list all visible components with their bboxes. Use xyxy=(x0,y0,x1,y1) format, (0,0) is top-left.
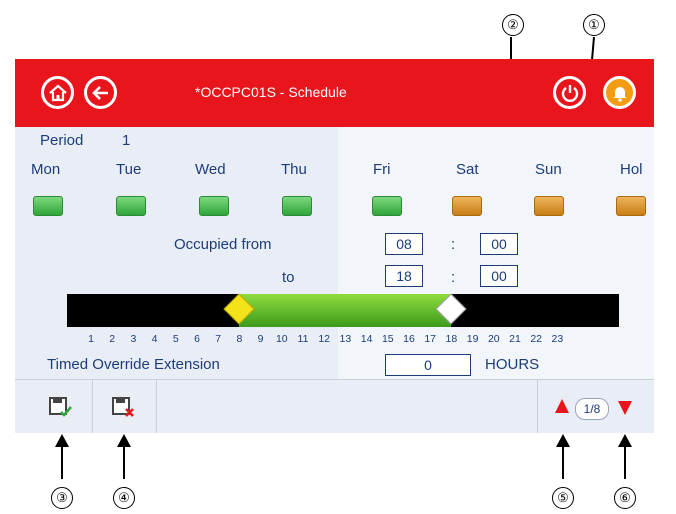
callout-5: ⑤ xyxy=(552,487,574,509)
hour-label-3: 3 xyxy=(130,333,137,345)
discard-button[interactable] xyxy=(112,397,136,419)
callout-1: ① xyxy=(583,14,605,36)
hour-label-21: 21 xyxy=(509,333,521,345)
hour-label-2: 2 xyxy=(109,333,116,345)
override-label: Timed Override Extension xyxy=(47,356,220,373)
back-button[interactable] xyxy=(84,76,117,109)
hour-label-8: 8 xyxy=(236,333,243,345)
occupied-range-fill xyxy=(239,294,452,327)
power-icon xyxy=(561,84,578,102)
save-button[interactable] xyxy=(49,397,73,419)
callout-3-arrow xyxy=(61,446,63,479)
to-label: to xyxy=(282,269,295,286)
day-label-hol: Hol xyxy=(620,161,643,178)
hour-label-11: 11 xyxy=(297,333,309,345)
hour-label-4: 4 xyxy=(151,333,158,345)
day-label-sun: Sun xyxy=(535,161,562,178)
home-icon xyxy=(48,84,67,101)
page-indicator: 1/8 xyxy=(575,398,609,420)
from-separator: : xyxy=(451,236,456,253)
day-label-mon: Mon xyxy=(31,161,61,178)
hour-label-20: 20 xyxy=(487,333,500,345)
day-toggle-mon[interactable] xyxy=(33,196,63,216)
hour-label-16: 16 xyxy=(403,333,415,345)
home-button[interactable] xyxy=(41,76,74,109)
day-toggle-sun[interactable] xyxy=(534,196,564,216)
hour-label-18: 18 xyxy=(445,333,458,345)
occupied-from-label: Occupied from xyxy=(174,236,272,253)
callout-3: ③ xyxy=(51,487,73,509)
to-hour-field[interactable]: 18 xyxy=(385,265,423,287)
title-bar: *OCCPC01S - Schedule xyxy=(15,59,654,127)
hour-label-6: 6 xyxy=(194,333,200,345)
schedule-timeline[interactable] xyxy=(67,293,619,327)
hour-label-14: 14 xyxy=(360,333,373,345)
hour-label-7: 7 xyxy=(215,333,222,345)
page-up-button[interactable] xyxy=(555,399,569,413)
day-toggle-sat[interactable] xyxy=(452,196,482,216)
save-cancel-icon xyxy=(112,397,134,417)
hour-label-15: 15 xyxy=(381,333,394,345)
callout-5-arrow xyxy=(562,446,564,479)
period-value: 1 xyxy=(122,132,131,149)
callout-4-arrow xyxy=(123,446,125,479)
save-confirm-icon xyxy=(49,397,72,417)
hour-label-23: 23 xyxy=(551,333,564,345)
day-label-sat: Sat xyxy=(456,161,479,178)
day-toggle-wed[interactable] xyxy=(199,196,229,216)
override-unit: HOURS xyxy=(485,356,540,373)
override-hours-field[interactable]: 0 xyxy=(385,354,471,376)
day-label-thu: Thu xyxy=(281,161,307,178)
day-label-tue: Tue xyxy=(116,161,142,178)
hour-label-17: 17 xyxy=(424,333,437,345)
bottom-toolbar: 1/8 xyxy=(15,379,654,433)
page-down-button[interactable] xyxy=(618,401,632,415)
from-minute-field[interactable]: 00 xyxy=(480,233,518,255)
callout-4: ④ xyxy=(113,487,135,509)
to-separator: : xyxy=(451,269,456,286)
to-minute-field[interactable]: 00 xyxy=(480,265,518,287)
hour-label-22: 22 xyxy=(530,333,543,345)
day-toggle-fri[interactable] xyxy=(372,196,402,216)
alarm-button[interactable] xyxy=(603,76,636,109)
callout-2: ② xyxy=(502,14,524,36)
arrow-left-icon xyxy=(91,85,108,100)
hour-label-1: 1 xyxy=(88,333,94,345)
day-label-wed: Wed xyxy=(195,161,226,178)
day-toggle-tue[interactable] xyxy=(116,196,146,216)
hour-label-13: 13 xyxy=(339,333,352,345)
power-button[interactable] xyxy=(553,76,586,109)
day-label-fri: Fri xyxy=(373,161,391,178)
callout-6-arrowhead xyxy=(618,434,632,447)
day-toggle-hol[interactable] xyxy=(616,196,646,216)
hour-label-12: 12 xyxy=(318,333,331,345)
hour-label-19: 19 xyxy=(466,333,479,345)
callout-6-arrow xyxy=(624,446,626,479)
callout-5-arrowhead xyxy=(556,434,570,447)
period-label: Period xyxy=(40,132,84,149)
hour-label-9: 9 xyxy=(257,333,264,345)
callout-4-arrowhead xyxy=(117,434,131,447)
from-hour-field[interactable]: 08 xyxy=(385,233,423,255)
schedule-screen: *OCCPC01S - Schedule Period 1 Mon Tue We… xyxy=(15,59,654,433)
day-toggle-thu[interactable] xyxy=(282,196,312,216)
hour-label-10: 10 xyxy=(275,333,288,345)
page-title: *OCCPC01S - Schedule xyxy=(195,84,347,100)
bell-icon xyxy=(612,86,627,102)
hour-label-5: 5 xyxy=(172,333,179,345)
callout-3-arrowhead xyxy=(55,434,69,447)
callout-6: ⑥ xyxy=(614,487,636,509)
